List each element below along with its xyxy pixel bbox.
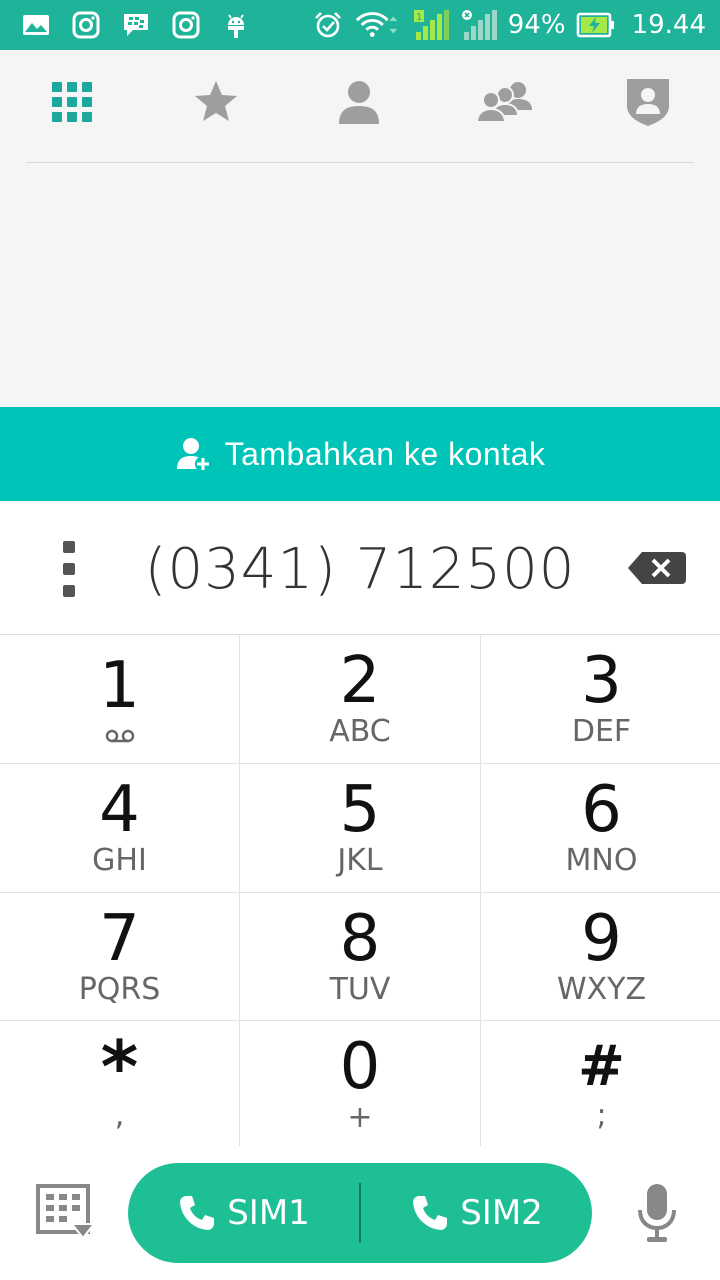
key-digit: 4 — [99, 773, 140, 847]
key-digit: 7 — [99, 901, 140, 976]
call-sim1-button[interactable]: SIM1 — [128, 1163, 359, 1263]
tabs-divider — [26, 162, 694, 163]
instagram-icon — [70, 9, 102, 41]
key-7[interactable]: 7 PQRS — [0, 893, 239, 1020]
star-icon — [195, 81, 237, 121]
sim2-label: SIM2 — [460, 1193, 543, 1233]
shield-person-icon — [627, 79, 669, 126]
status-bar: 1 94% 19.44 — [0, 0, 720, 50]
keypad: 1 2 ABC 3 DEF 4 GHI 5 JKL 6 MNO 7 PQRS 8… — [0, 634, 720, 1149]
bbm-icon — [120, 9, 152, 41]
key-1[interactable]: 1 — [0, 635, 239, 763]
sim1-signal-icon: 1 — [412, 9, 450, 41]
key-digit: 0 — [339, 1030, 381, 1104]
number-display-row: (0341) 712500 — [0, 501, 720, 635]
key-letters: , — [114, 1098, 125, 1133]
battery-charging-icon — [576, 9, 616, 41]
status-bar-notifications — [20, 8, 252, 42]
svg-text:1: 1 — [416, 12, 422, 23]
tab-blocked[interactable] — [608, 72, 688, 132]
dialpad-toggle-icon[interactable] — [36, 1184, 97, 1242]
key-9[interactable]: 9 WXYZ — [481, 893, 720, 1020]
key-4[interactable]: 4 GHI — [0, 764, 239, 892]
key-digit: 8 — [339, 901, 381, 976]
key-letters: GHI — [92, 843, 147, 878]
key-digit: * — [100, 1025, 139, 1109]
instagram-icon — [170, 9, 202, 41]
key-digit: 9 — [581, 901, 622, 976]
tabs-area — [0, 50, 720, 407]
more-vert-icon[interactable] — [52, 541, 86, 597]
add-person-icon — [176, 438, 211, 472]
key-star[interactable]: * , — [0, 1021, 239, 1149]
key-5[interactable]: 5 JKL — [240, 764, 480, 892]
key-digit: # — [578, 1034, 625, 1099]
key-letters: JKL — [337, 843, 383, 878]
key-digit: 3 — [581, 644, 622, 718]
key-digit: 2 — [339, 644, 381, 718]
key-letters: DEF — [571, 714, 632, 749]
key-8[interactable]: 8 TUV — [240, 893, 480, 1020]
tab-dialpad[interactable] — [32, 72, 112, 132]
tab-favorites[interactable] — [176, 72, 256, 132]
call-sim2-button[interactable]: SIM2 — [361, 1163, 592, 1263]
key-letters: TUV — [329, 971, 391, 1007]
key-letters: PQRS — [78, 971, 161, 1007]
key-letters: WXYZ — [556, 971, 647, 1007]
battery-percentage: 94% — [507, 10, 566, 40]
dialed-number[interactable]: (0341) 712500 — [110, 537, 610, 602]
add-to-contacts-label: Tambahkan ke kontak — [224, 435, 546, 472]
key-0[interactable]: 0 + — [240, 1021, 480, 1149]
key-letters: ; — [596, 1098, 607, 1133]
call-buttons: SIM1 SIM2 — [128, 1163, 592, 1263]
clock: 19.44 — [631, 10, 706, 40]
tab-contacts[interactable] — [319, 72, 399, 132]
phone-icon — [180, 1196, 215, 1230]
key-digit: 5 — [339, 773, 381, 847]
tab-bar — [0, 72, 720, 132]
phone-icon — [413, 1196, 448, 1230]
wifi-icon — [354, 9, 402, 41]
key-3[interactable]: 3 DEF — [481, 635, 720, 763]
contact-person-icon — [339, 81, 379, 124]
microphone-icon[interactable] — [636, 1182, 678, 1244]
dialpad-grid-icon — [52, 82, 92, 122]
tab-groups[interactable] — [464, 72, 544, 132]
key-digit: 1 — [99, 649, 140, 723]
key-hash[interactable]: # ; — [481, 1021, 720, 1149]
voicemail-icon — [105, 729, 134, 743]
key-letters: MNO — [565, 843, 638, 878]
add-to-contacts-button[interactable]: Tambahkan ke kontak — [0, 407, 720, 501]
key-digit: 6 — [581, 773, 622, 847]
key-6[interactable]: 6 MNO — [481, 764, 720, 892]
sim2-signal-icon — [460, 9, 498, 41]
key-letters: ABC — [329, 714, 391, 749]
sim1-label: SIM1 — [227, 1193, 310, 1233]
key-letters: + — [347, 1100, 373, 1135]
group-icon — [475, 82, 532, 123]
status-bar-system: 1 94% 19.44 — [312, 6, 706, 44]
alarm-icon — [312, 9, 344, 41]
android-icon — [220, 9, 252, 41]
gallery-icon — [20, 9, 52, 41]
key-2[interactable]: 2 ABC — [240, 635, 480, 763]
backspace-icon[interactable] — [628, 549, 686, 587]
bottom-action-bar: SIM1 SIM2 — [0, 1146, 720, 1280]
